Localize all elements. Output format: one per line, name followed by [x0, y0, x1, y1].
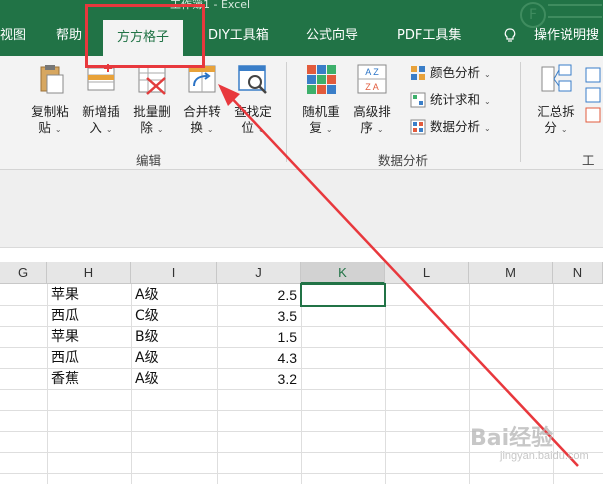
data-analysis-label: 数据分析	[430, 119, 481, 134]
column-header-n[interactable]: N	[553, 262, 603, 284]
batch-delete-label-1: 批量删	[133, 104, 171, 119]
chevron-down-icon: ⌄	[484, 97, 491, 106]
tab-tell-me-search[interactable]: 操作说明搜	[534, 18, 599, 56]
merge-convert-label-1: 合并转	[183, 104, 221, 119]
clipboard-icon	[40, 65, 64, 94]
summary-split-button[interactable]: 汇总拆 分 ⌄	[532, 62, 580, 138]
cell-j5[interactable]: 3.2	[217, 369, 297, 389]
batch-delete-label-2: 除	[140, 120, 153, 135]
random-grid-icon	[307, 65, 336, 94]
column-header-k[interactable]: K	[301, 262, 385, 284]
workbook-tools-icon[interactable]	[584, 66, 602, 126]
tab-view[interactable]: 视图	[0, 18, 26, 56]
data-analysis-group-label: 数据分析	[378, 153, 429, 168]
advanced-sort-button[interactable]: A Z Z A 高级排 序 ⌄	[348, 62, 396, 138]
find-locate-button[interactable]: 查找定 位 ⌄	[229, 62, 277, 138]
chevron-down-icon: ⌄	[325, 125, 333, 134]
stat-sum-button[interactable]: 统计求和 ⌄	[410, 89, 491, 111]
column-header-j[interactable]: J	[217, 262, 301, 284]
cell-j3[interactable]: 1.5	[217, 327, 297, 347]
cell-i1[interactable]: A级	[135, 285, 159, 305]
summary-split-icon	[541, 64, 572, 92]
grid-line	[131, 284, 132, 484]
chevron-down-icon: ⌄	[206, 125, 214, 134]
grid-line	[469, 284, 470, 484]
advanced-sort-label-2: 序	[360, 120, 373, 135]
cell-h1[interactable]: 苹果	[51, 285, 79, 305]
group-separator	[286, 62, 287, 162]
cell-i4[interactable]: A级	[135, 348, 159, 368]
chevron-down-icon: ⌄	[105, 125, 113, 134]
copy-paste-label-2: 贴	[38, 120, 51, 135]
color-analysis-button[interactable]: 颜色分析 ⌄	[410, 62, 491, 84]
insert-new-button[interactable]: 新增插 入 ⌄	[77, 62, 125, 138]
chevron-down-icon: ⌄	[560, 125, 568, 134]
summary-split-label-2: 分	[544, 120, 557, 135]
cell-h4[interactable]: 西瓜	[51, 348, 79, 368]
sort-az-icon: A Z Z A	[357, 64, 387, 94]
copy-paste-label-1: 复制粘	[31, 104, 69, 119]
grid-line	[301, 284, 302, 484]
chevron-down-icon: ⌄	[156, 125, 164, 134]
tab-formula-wizard[interactable]: 公式向导	[306, 18, 358, 56]
column-header-h[interactable]: H	[47, 262, 131, 284]
find-locate-label-1: 查找定	[234, 104, 272, 119]
grid-line	[385, 284, 386, 484]
random-repeat-label-1: 随机重	[302, 104, 340, 119]
tab-help[interactable]: 帮助	[56, 18, 82, 56]
grid-line	[47, 284, 48, 484]
cell-j2[interactable]: 3.5	[217, 306, 297, 326]
formula-bar-area	[0, 170, 603, 248]
merge-convert-label-2: 换	[190, 120, 203, 135]
stat-sum-icon	[410, 92, 426, 107]
chevron-down-icon: ⌄	[484, 70, 491, 79]
find-icon	[238, 65, 267, 94]
lightbulb-icon[interactable]	[504, 28, 516, 43]
batch-delete-button[interactable]: 批量删 除 ⌄	[128, 62, 176, 138]
chevron-down-icon: ⌄	[376, 125, 384, 134]
cell-i2[interactable]: C级	[135, 306, 159, 326]
cell-h5[interactable]: 香蕉	[51, 369, 79, 389]
stat-sum-label: 统计求和	[430, 92, 481, 107]
data-analysis-icon	[410, 119, 426, 134]
cell-i3[interactable]: B级	[135, 327, 159, 347]
copy-paste-button[interactable]: 复制粘 贴 ⌄	[26, 62, 74, 138]
data-analysis-button[interactable]: 数据分析 ⌄	[410, 116, 491, 138]
find-locate-label-2: 位	[241, 120, 254, 135]
sort-top-text: A Z	[365, 67, 379, 77]
baidu-watermark-url: jingyan.baidu.com	[500, 450, 589, 462]
cell-h3[interactable]: 苹果	[51, 327, 79, 347]
cell-j1[interactable]: 2.5	[217, 285, 297, 305]
cell-j4[interactable]: 4.3	[217, 348, 297, 368]
advanced-sort-label-1: 高级排	[353, 104, 391, 119]
column-header-g[interactable]: G	[0, 262, 47, 284]
column-header-l[interactable]: L	[385, 262, 469, 284]
summary-split-label-1: 汇总拆	[537, 104, 575, 119]
column-header-m[interactable]: M	[469, 262, 553, 284]
active-cell-k[interactable]	[300, 283, 386, 307]
chevron-down-icon: ⌄	[484, 124, 491, 133]
tab-pdf-tools[interactable]: PDF工具集	[397, 18, 461, 56]
chevron-down-icon: ⌄	[54, 125, 62, 134]
column-header-i[interactable]: I	[131, 262, 217, 284]
red-highlight-box	[85, 4, 205, 68]
ribbon-panel: 复制粘 贴 ⌄ 新增插 入 ⌄ 批量删 除 ⌄ 合并转 换 ⌄ 查找定 位 ⌄ …	[0, 56, 603, 187]
decorative-lines	[548, 4, 602, 18]
color-grid-icon	[411, 65, 425, 80]
tab-diy-toolbox[interactable]: DIY工具箱	[208, 18, 269, 56]
cell-i5[interactable]: A级	[135, 369, 159, 389]
decorative-logo-icon: F	[520, 2, 546, 28]
insert-new-label-2: 入	[89, 120, 102, 135]
random-repeat-label-2: 复	[309, 120, 322, 135]
baidu-watermark: Bai经验	[470, 426, 554, 451]
group-separator	[520, 62, 521, 162]
sort-bottom-text: Z A	[365, 82, 379, 92]
chevron-down-icon: ⌄	[257, 125, 265, 134]
merge-convert-button[interactable]: 合并转 换 ⌄	[178, 62, 226, 138]
edit-group-label: 编辑	[136, 153, 162, 168]
insert-new-label-1: 新增插	[82, 104, 120, 119]
cell-h2[interactable]: 西瓜	[51, 306, 79, 326]
random-repeat-button[interactable]: 随机重 复 ⌄	[297, 62, 345, 138]
color-analysis-label: 颜色分析	[430, 65, 481, 80]
